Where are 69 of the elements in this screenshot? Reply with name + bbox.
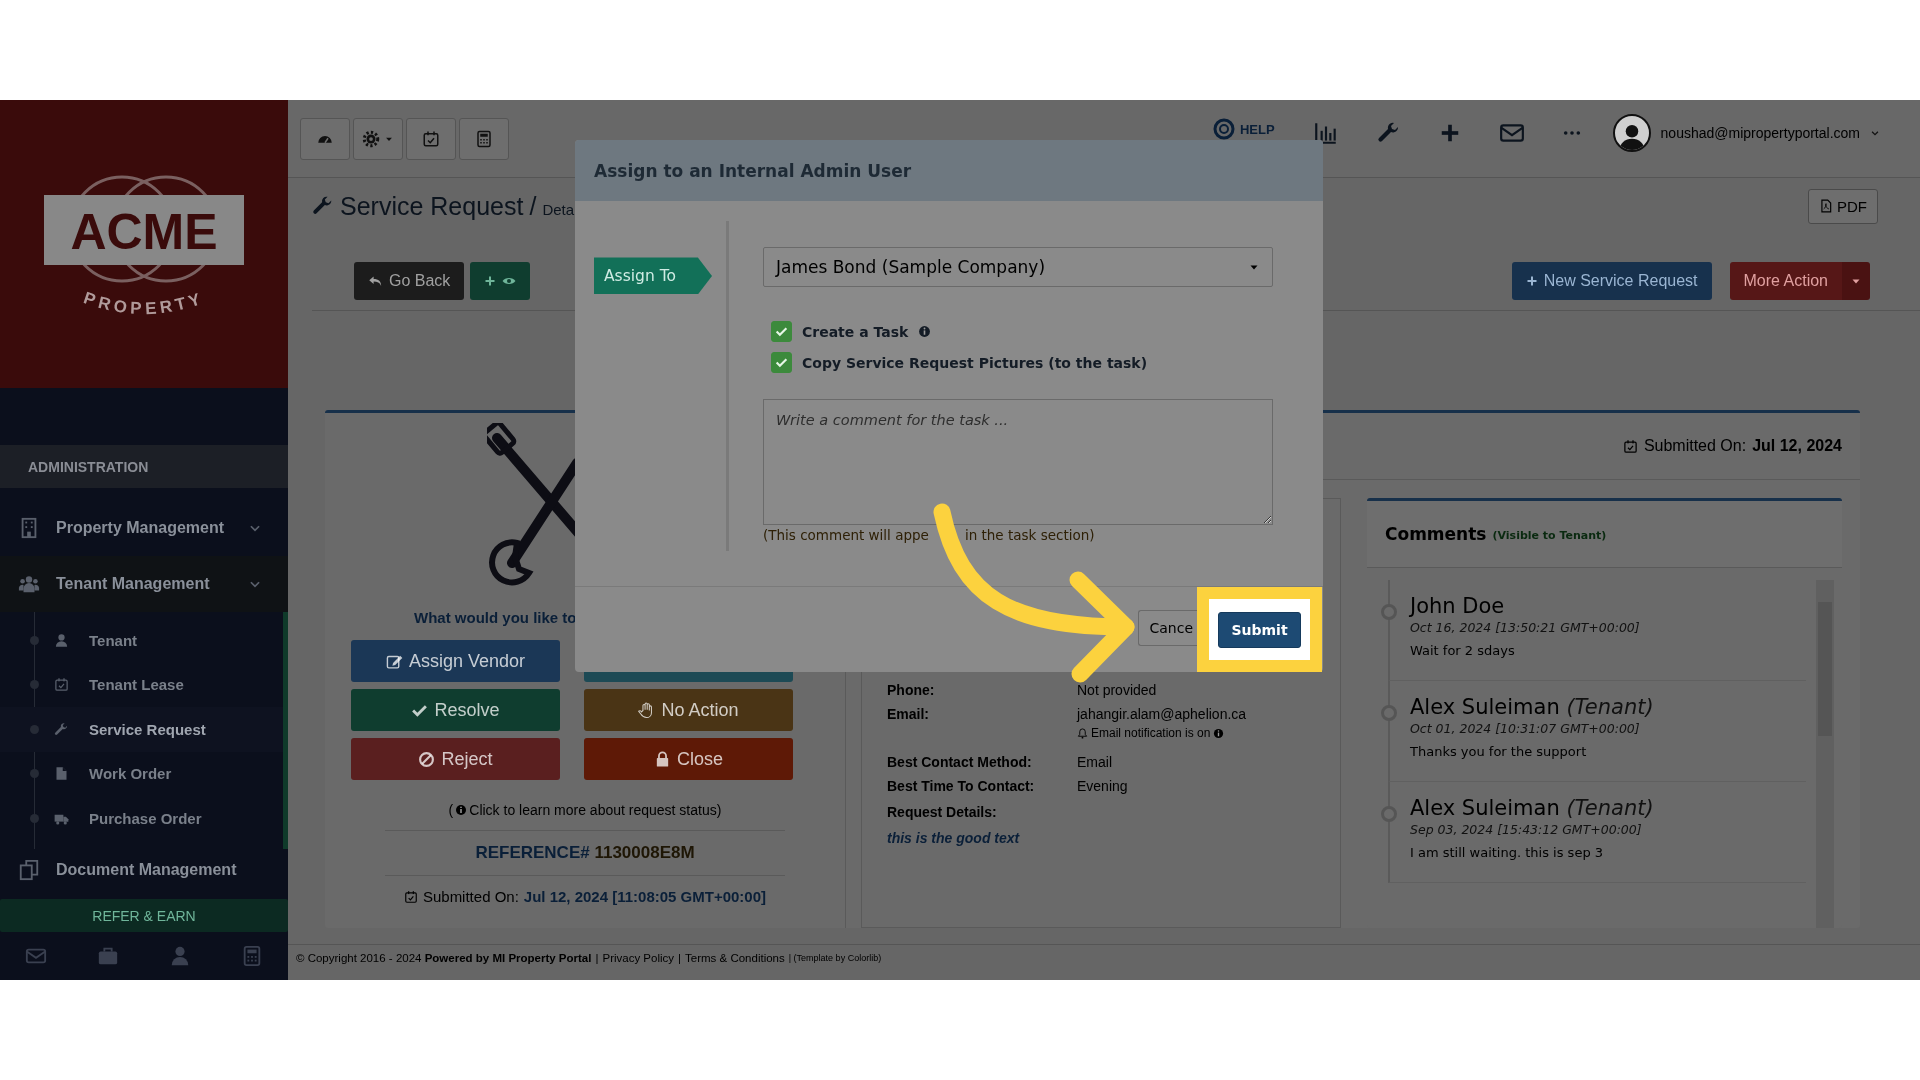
acme-logo: ACME PROPERTY <box>44 159 244 329</box>
checkbox-label[interactable]: Copy Service Request Pictures (to the task) <box>802 354 1148 371</box>
nav-group[interactable]: Tenant Management <box>0 556 288 612</box>
page-title: Service Request <box>340 191 524 221</box>
nav-item[interactable]: Work Order <box>0 751 283 796</box>
checkbox-label[interactable]: Create a Task <box>802 323 909 340</box>
nav-item[interactable]: Tenant Lease <box>0 662 283 707</box>
action-button[interactable]: Close <box>584 738 793 780</box>
action-button[interactable]: Reject <box>351 738 560 780</box>
reference-number: 1130008E8M <box>594 843 695 862</box>
submitted-label: Submitted On: <box>422 888 519 905</box>
user-email[interactable]: noushad@mipropertyportal.com <box>1660 125 1860 141</box>
more-action-button[interactable]: More Action <box>1729 262 1842 300</box>
nav-item[interactable]: Tenant <box>0 618 283 663</box>
comment-field[interactable]: Write a comment for the task ... <box>763 399 1273 526</box>
go-back-button[interactable]: Go Back <box>354 262 465 300</box>
template-credit: | (Template by Colorlib) <box>788 953 882 963</box>
submitted-label: Submitted On: <box>1643 437 1747 455</box>
field-label: Request Details: <box>887 804 998 820</box>
request-details: this is the good text <box>887 830 1021 846</box>
field-label: Best Contact Method: <box>887 754 1033 770</box>
pdf-button[interactable]: PDF <box>1808 188 1878 224</box>
section-heading: ADMINISTRATION <box>0 445 288 488</box>
field-value: jahangir.alam@aphelion.ca <box>1077 706 1247 722</box>
action-button[interactable]: Assign Vendor <box>351 640 560 682</box>
comment-text: Wait for 2 sdays <box>1410 643 1516 658</box>
visibility-note: (Visible to Tenant) <box>1492 529 1607 542</box>
submit-button[interactable]: Submit <box>1218 611 1301 648</box>
submitted-date: Jul 12, 2024 [11:08:05 GMT+00:00] <box>523 888 767 905</box>
new-request-button[interactable]: New Service Request <box>1511 262 1712 300</box>
field-value: Evening <box>1077 778 1128 794</box>
field-value: Not provided <box>1077 682 1157 698</box>
field-label: Email: <box>887 706 930 724</box>
copyright-text: © Copyright 2016 - 2024 Powered by MI Property Portal <box>296 952 592 964</box>
submitted-date: Jul 12, 2024 <box>1752 437 1842 455</box>
field-label: Best Time To Contact: <box>887 778 1036 794</box>
help-link[interactable]: HELP <box>1211 117 1275 141</box>
nav-item[interactable]: Purchase Order <box>0 796 283 841</box>
comment-author: Alex Suleiman (Tenant) <box>1410 796 1655 820</box>
reference-label: REFERENCE# <box>475 843 590 862</box>
assignee-select[interactable]: James Bond (Sample Company) <box>763 247 1273 288</box>
comment-text: I am still waiting. this is sep 3 <box>1410 845 1605 860</box>
separator: | <box>678 952 682 964</box>
footer-link[interactable]: Terms & Conditions <box>685 952 785 964</box>
hint-text: (This comment will appe <box>763 527 929 544</box>
nav-item[interactable]: Service Request <box>0 707 283 752</box>
dialog-title: Assign to an Internal Admin User <box>575 140 1323 202</box>
assign-to-tag: Assign To <box>594 257 712 295</box>
field-label: Phone: <box>887 682 936 698</box>
comment-date: Sep 03, 2024 [15:43:12 GMT+00:00] <box>1410 822 1643 837</box>
notification-note: Email notification is on <box>1091 726 1211 740</box>
comment-author: Alex Suleiman (Tenant) <box>1410 695 1655 719</box>
separator: | <box>595 952 599 964</box>
comments-title: Comments <box>1385 524 1487 544</box>
comment-text: Thanks you for the support <box>1410 744 1588 759</box>
nav-group[interactable]: Document Management <box>0 848 288 891</box>
comment-date: Oct 16, 2024 [13:50:21 GMT+00:00] <box>1410 620 1641 635</box>
comment-date: Oct 01, 2024 [10:31:07 GMT+00:00] <box>1410 721 1641 736</box>
footer-link[interactable]: Privacy Policy <box>602 952 675 964</box>
field-value: Email <box>1077 754 1112 770</box>
refer-earn-button[interactable]: REFER & EARN <box>0 899 288 932</box>
cancel-button[interactable]: Cance <box>1138 610 1197 646</box>
nav-group[interactable]: Property Management <box>0 500 288 556</box>
hint-text: in the task section) <box>964 527 1095 544</box>
status-help-link[interactable]: ( Click to learn more about request status) <box>448 802 722 818</box>
breadcrumb-separator: / <box>529 191 537 221</box>
action-button[interactable]: Resolve <box>351 689 560 731</box>
action-button[interactable]: No Action <box>584 689 793 731</box>
comment-author: John Doe <box>1410 594 1506 618</box>
